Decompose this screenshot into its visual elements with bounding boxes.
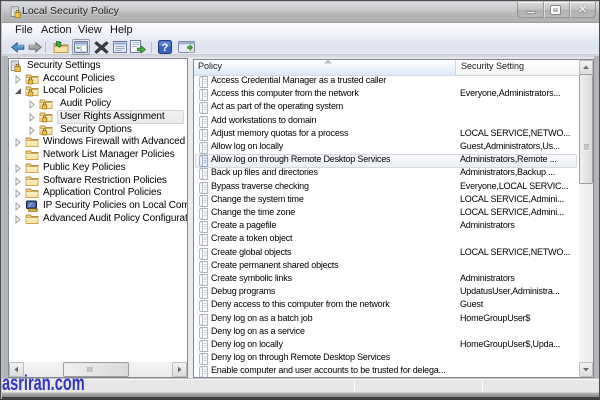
svg-text:?: ? bbox=[162, 42, 169, 54]
